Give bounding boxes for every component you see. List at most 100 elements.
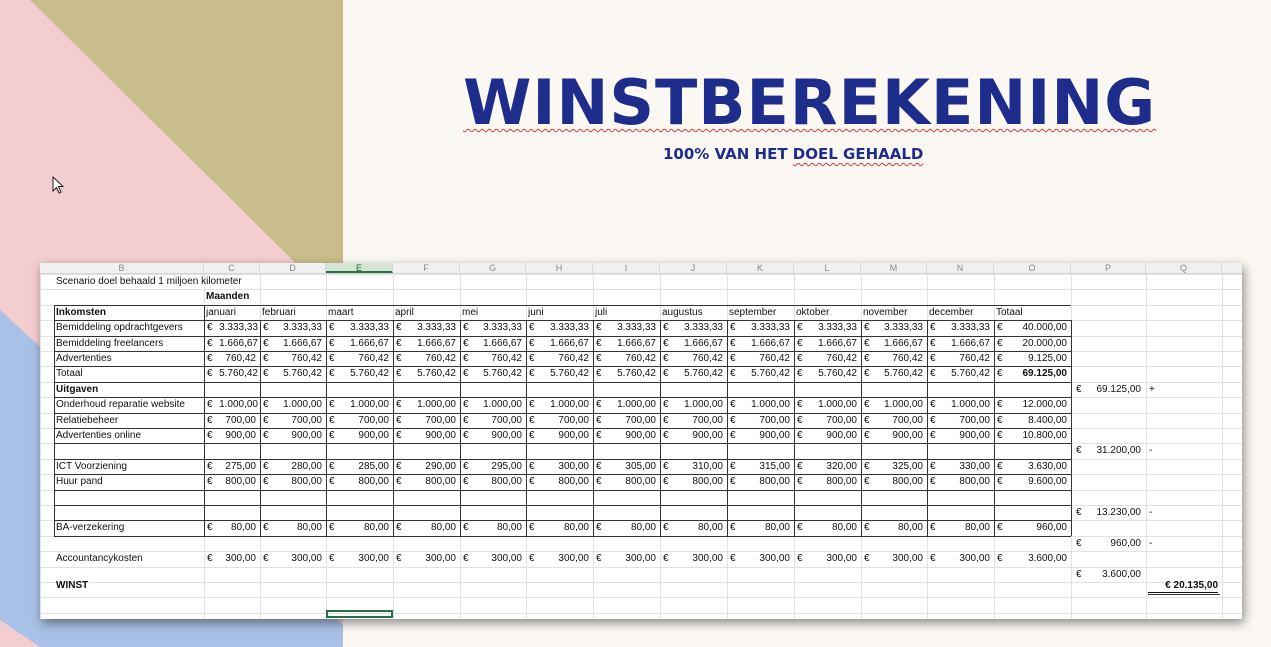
column-header-j[interactable]: J <box>660 263 727 273</box>
currency-symbol: € <box>864 476 870 487</box>
cell-value: 760,42 <box>959 353 990 364</box>
currency-symbol: € <box>529 368 535 379</box>
cell-value: 5.760,42 <box>617 368 656 379</box>
currency-symbol: € <box>663 476 669 487</box>
selected-cell[interactable] <box>326 610 393 618</box>
cell-value: 5.760,42 <box>818 368 857 379</box>
column-header-c[interactable]: C <box>204 263 260 273</box>
currency-symbol: € <box>596 338 602 349</box>
column-header-h[interactable]: H <box>526 263 593 273</box>
cell-value: 800,00 <box>759 476 790 487</box>
column-header-g[interactable]: G <box>460 263 526 273</box>
column-header-o[interactable]: O <box>994 263 1071 273</box>
column-header-m[interactable]: M <box>861 263 927 273</box>
cell-value: 800,00 <box>291 476 322 487</box>
month-header-september: september <box>729 307 777 318</box>
cell-value: 310,00 <box>692 461 723 472</box>
cell-value: 5.760,42 <box>951 368 990 379</box>
table-border-v <box>260 320 261 536</box>
cell-value: 1.000,00 <box>818 399 857 410</box>
currency-symbol: € <box>529 399 535 410</box>
column-header-i[interactable]: I <box>593 263 660 273</box>
currency-symbol: € <box>596 553 602 564</box>
currency-symbol: € <box>329 353 335 364</box>
currency-symbol: € <box>663 322 669 333</box>
currency-symbol: € <box>396 553 402 564</box>
currency-symbol: € <box>864 522 870 533</box>
currency-symbol: € <box>663 353 669 364</box>
cell-value: 900,00 <box>358 430 389 441</box>
currency-symbol: € <box>329 399 335 410</box>
cell-value: 10.800,00 <box>1022 430 1068 441</box>
currency-symbol: € <box>797 368 803 379</box>
currency-symbol: € <box>529 553 535 564</box>
cell-value: 1.666,67 <box>283 338 322 349</box>
currency-symbol: € <box>930 338 936 349</box>
row-label: Bemiddeling opdrachtgevers <box>56 322 183 333</box>
cell-value: 12.000,00 <box>1022 399 1068 410</box>
cell-value: 20.000,00 <box>1022 338 1068 349</box>
table-border-v <box>927 320 928 536</box>
cell-value: 80,00 <box>764 522 790 533</box>
cell-value: 1.000,00 <box>350 399 389 410</box>
cell-value: 80,00 <box>430 522 456 533</box>
cell-value: 300,00 <box>959 553 990 564</box>
currency-symbol: € <box>329 430 335 441</box>
cell-value: 325,00 <box>892 461 923 472</box>
gridline-h <box>40 567 1242 568</box>
cell-value: 3.333,33 <box>550 322 589 333</box>
column-header-n[interactable]: N <box>927 263 994 273</box>
column-header-l[interactable]: L <box>794 263 861 273</box>
cell-value: 3.333,33 <box>417 322 456 333</box>
gridline-v <box>1146 274 1147 619</box>
currency-symbol: € <box>596 522 602 533</box>
currency-symbol: € <box>329 338 335 349</box>
cell-value: 315,00 <box>759 461 790 472</box>
cell-value: 900,00 <box>759 430 790 441</box>
p-value: 69.125,00 <box>1096 384 1142 395</box>
column-header-f[interactable]: F <box>393 263 460 273</box>
column-header-e[interactable]: E <box>326 263 393 273</box>
cell-value: 3.333,33 <box>884 322 923 333</box>
currency-symbol: € <box>930 322 936 333</box>
currency-symbol: € <box>329 476 335 487</box>
currency-symbol: € <box>463 522 469 533</box>
cell-value: 3.333,33 <box>483 322 522 333</box>
column-header-d[interactable]: D <box>260 263 326 273</box>
column-header-b[interactable]: B <box>40 263 204 273</box>
cell-value: 5.760,42 <box>219 368 258 379</box>
row-label: ICT Voorziening <box>56 461 127 472</box>
currency-symbol: € <box>207 322 213 333</box>
cell-value: 700,00 <box>759 415 790 426</box>
currency-symbol: € <box>797 415 803 426</box>
currency-symbol: € <box>396 461 402 472</box>
column-header-k[interactable]: K <box>727 263 794 273</box>
winst-underline <box>1148 594 1220 595</box>
currency-symbol: € <box>930 553 936 564</box>
currency-symbol: € <box>263 338 269 349</box>
currency-symbol: € <box>463 338 469 349</box>
cell-value: 760,42 <box>625 353 656 364</box>
currency-symbol: € <box>529 415 535 426</box>
cell-value: 760,42 <box>826 353 857 364</box>
currency-symbol: € <box>864 430 870 441</box>
currency-symbol: € <box>529 353 535 364</box>
column-header-p[interactable]: P <box>1071 263 1146 273</box>
currency-symbol: € <box>596 430 602 441</box>
currency-symbol: € <box>463 476 469 487</box>
cell-value: 1.666,67 <box>818 338 857 349</box>
cell-value: 1.666,67 <box>550 338 589 349</box>
cell-value: 5.760,42 <box>350 368 389 379</box>
row-label: Totaal <box>56 368 83 379</box>
cell-value: 900,00 <box>425 430 456 441</box>
p-value: 3.600,00 <box>1102 569 1141 580</box>
currency-symbol: € <box>396 522 402 533</box>
cell-value: 700,00 <box>358 415 389 426</box>
p-currency: € <box>1076 445 1082 456</box>
table-border-v <box>1071 320 1072 536</box>
column-header-q[interactable]: Q <box>1146 263 1222 273</box>
currency-symbol: € <box>797 461 803 472</box>
cell-value: 1.666,67 <box>350 338 389 349</box>
cell-value: 700,00 <box>491 415 522 426</box>
currency-symbol: € <box>730 415 736 426</box>
